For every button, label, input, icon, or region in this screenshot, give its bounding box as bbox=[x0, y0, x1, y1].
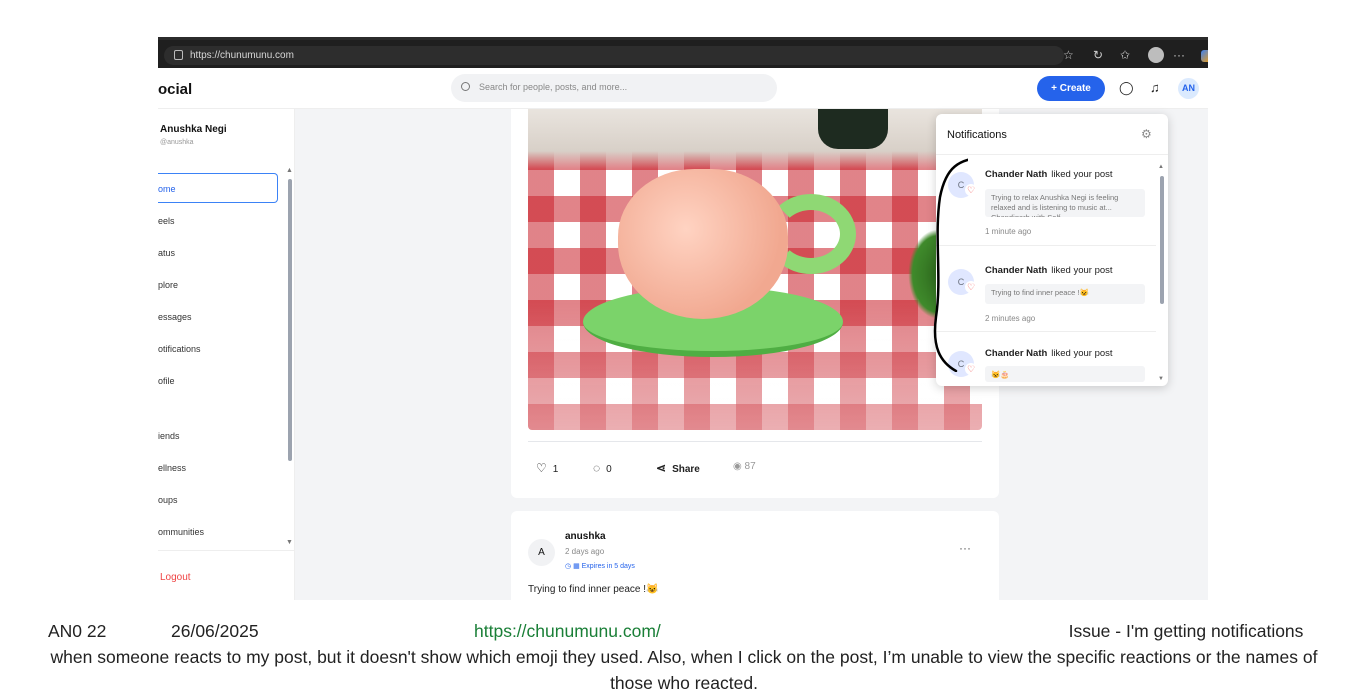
url-text[interactable]: https://chunumunu.com bbox=[190, 50, 294, 61]
views-count: ◉ 87 bbox=[733, 461, 756, 472]
heart-icon: ♡ bbox=[536, 461, 547, 475]
lock-icon[interactable] bbox=[174, 50, 183, 60]
notification-time: 2 minutes ago bbox=[985, 314, 1036, 323]
comment-button[interactable]: ◌ 0 bbox=[593, 461, 612, 475]
notification-text: Chander Nath liked your post bbox=[985, 348, 1113, 359]
gear-icon[interactable]: ⚙ bbox=[1141, 127, 1152, 141]
like-button[interactable]: ♡ 1 bbox=[536, 461, 558, 475]
screenshot-frame: https://chunumunu.com ☆ ↻ ✩ ··· ocial + … bbox=[158, 37, 1208, 600]
user-avatar[interactable]: AN bbox=[1178, 78, 1199, 99]
share-icon: ⋖ bbox=[656, 461, 667, 475]
views-value: 87 bbox=[744, 461, 756, 472]
bell-icon[interactable]: ♫ bbox=[1150, 80, 1160, 96]
sidebar-item-wellness[interactable]: ellness bbox=[158, 453, 278, 483]
like-count: 1 bbox=[552, 464, 559, 475]
notification-item[interactable]: C ♡ Chander Nath liked your post Trying t… bbox=[936, 155, 1156, 246]
sidebar-item-messages[interactable]: essages bbox=[158, 302, 278, 332]
share-label: Share bbox=[672, 464, 700, 475]
scroll-up-arrow-icon[interactable]: ▲ bbox=[286, 167, 293, 174]
annotation-bracket bbox=[933, 158, 968, 372]
image-bottle bbox=[818, 109, 888, 149]
copilot-icon[interactable] bbox=[1201, 50, 1208, 62]
post-author-name[interactable]: anushka bbox=[565, 531, 606, 542]
sidebar-divider bbox=[158, 550, 295, 551]
clock-icon: ◷ bbox=[565, 563, 574, 570]
sidebar-item-status[interactable]: atus bbox=[158, 238, 278, 268]
scroll-down-arrow-icon[interactable]: ▼ bbox=[286, 539, 293, 546]
sidebar-item-profile[interactable]: ofile bbox=[158, 366, 278, 396]
notification-item[interactable]: C ♡ Chander Nath liked your post 😺🎂 bbox=[936, 333, 1156, 386]
notifications-dropdown: Notifications ⚙ C ♡ Chander Nath liked yo… bbox=[936, 114, 1168, 386]
report-issue-text: Issue - I'm getting notifications when s… bbox=[50, 621, 1318, 693]
search-icon bbox=[461, 82, 470, 91]
favorites-icon[interactable]: ✩ bbox=[1120, 48, 1130, 62]
scroll-up-arrow-icon[interactable]: ▲ bbox=[1158, 164, 1164, 170]
sidebar-user-handle: @anushka bbox=[160, 139, 194, 146]
share-button[interactable]: ⋖ Share bbox=[656, 461, 700, 475]
app-header: ocial + Create ◯ ♫ AN bbox=[158, 68, 1208, 109]
logout-button[interactable]: Logout bbox=[160, 572, 191, 583]
sidebar-item-communities[interactable]: ommunities bbox=[158, 517, 278, 547]
sidebar-item-home[interactable]: ome bbox=[158, 173, 278, 203]
notification-text: Chander Nath liked your post bbox=[985, 169, 1113, 180]
sidebar-item-notifications[interactable]: otifications bbox=[158, 334, 278, 364]
notification-user-name[interactable]: Chander Nath bbox=[985, 265, 1047, 276]
notification-post-preview[interactable]: Trying to relax Anushka Negi is feeling … bbox=[985, 189, 1145, 217]
sidebar-scrollbar[interactable] bbox=[288, 179, 292, 461]
post-card: ♡ 1 ◌ 0 ⋖ Share ◉ 87 bbox=[511, 109, 999, 498]
comment-icon: ◌ bbox=[593, 461, 601, 475]
address-bar[interactable] bbox=[164, 46, 1064, 65]
post-card-2: A anushka 2 days ago ◷ ▦ Expires in 5 da… bbox=[511, 511, 999, 600]
scroll-down-arrow-icon[interactable]: ▼ bbox=[1158, 376, 1164, 382]
app-logo[interactable]: ocial bbox=[158, 81, 192, 98]
notification-action: liked your post bbox=[1051, 348, 1113, 359]
sidebar-item-friends[interactable]: iends bbox=[158, 421, 278, 451]
browser-toolbar: https://chunumunu.com ☆ ↻ ✩ ··· bbox=[158, 37, 1208, 68]
comment-count: 0 bbox=[606, 464, 612, 475]
sidebar-item-explore[interactable]: plore bbox=[158, 270, 278, 300]
post-more-button[interactable]: ··· bbox=[959, 541, 971, 555]
notifications-title: Notifications bbox=[947, 129, 1007, 141]
profile-icon[interactable] bbox=[1148, 47, 1164, 63]
notification-post-preview[interactable]: 😺🎂 bbox=[985, 366, 1145, 382]
post-expiry: ◷ ▦ Expires in 5 days bbox=[565, 562, 635, 570]
refresh-icon[interactable]: ↻ bbox=[1093, 48, 1103, 62]
eye-icon: ◉ bbox=[733, 461, 745, 472]
search-input[interactable] bbox=[479, 82, 769, 92]
chat-icon[interactable]: ◯ bbox=[1119, 80, 1134, 96]
post-image[interactable] bbox=[528, 109, 982, 430]
post-divider bbox=[528, 441, 982, 442]
sidebar-user-name[interactable]: Anushka Negi bbox=[160, 124, 227, 135]
post-text: Trying to find inner peace !😺 bbox=[528, 584, 659, 595]
more-icon[interactable]: ··· bbox=[1173, 48, 1185, 62]
notification-user-name[interactable]: Chander Nath bbox=[985, 169, 1047, 180]
sidebar-item-groups[interactable]: oups bbox=[158, 485, 278, 515]
star-icon[interactable]: ☆ bbox=[1063, 48, 1074, 62]
post-expiry-text: Expires in 5 days bbox=[581, 563, 635, 570]
calendar-icon: ▦ bbox=[573, 563, 582, 570]
create-button[interactable]: + Create bbox=[1037, 76, 1105, 101]
notification-post-preview[interactable]: Trying to find inner peace !😺 bbox=[985, 284, 1145, 304]
image-cup bbox=[618, 169, 788, 319]
sidebar-item-reels[interactable]: eels bbox=[158, 206, 278, 236]
notification-action: liked your post bbox=[1051, 265, 1113, 276]
search-box[interactable] bbox=[451, 74, 777, 102]
notification-user-name[interactable]: Chander Nath bbox=[985, 348, 1047, 359]
post-timestamp: 2 days ago bbox=[565, 547, 605, 556]
notification-time: 1 minute ago bbox=[985, 227, 1032, 236]
image-background bbox=[528, 109, 982, 169]
notification-text: Chander Nath liked your post bbox=[985, 265, 1113, 276]
notification-action: liked your post bbox=[1051, 169, 1113, 180]
notifications-scrollbar[interactable] bbox=[1160, 176, 1164, 304]
sidebar: Anushka Negi @anushka ome eels atus plor… bbox=[158, 109, 295, 600]
notification-item[interactable]: C ♡ Chander Nath liked your post Trying t… bbox=[936, 247, 1156, 332]
post-author-avatar[interactable]: A bbox=[528, 539, 555, 566]
